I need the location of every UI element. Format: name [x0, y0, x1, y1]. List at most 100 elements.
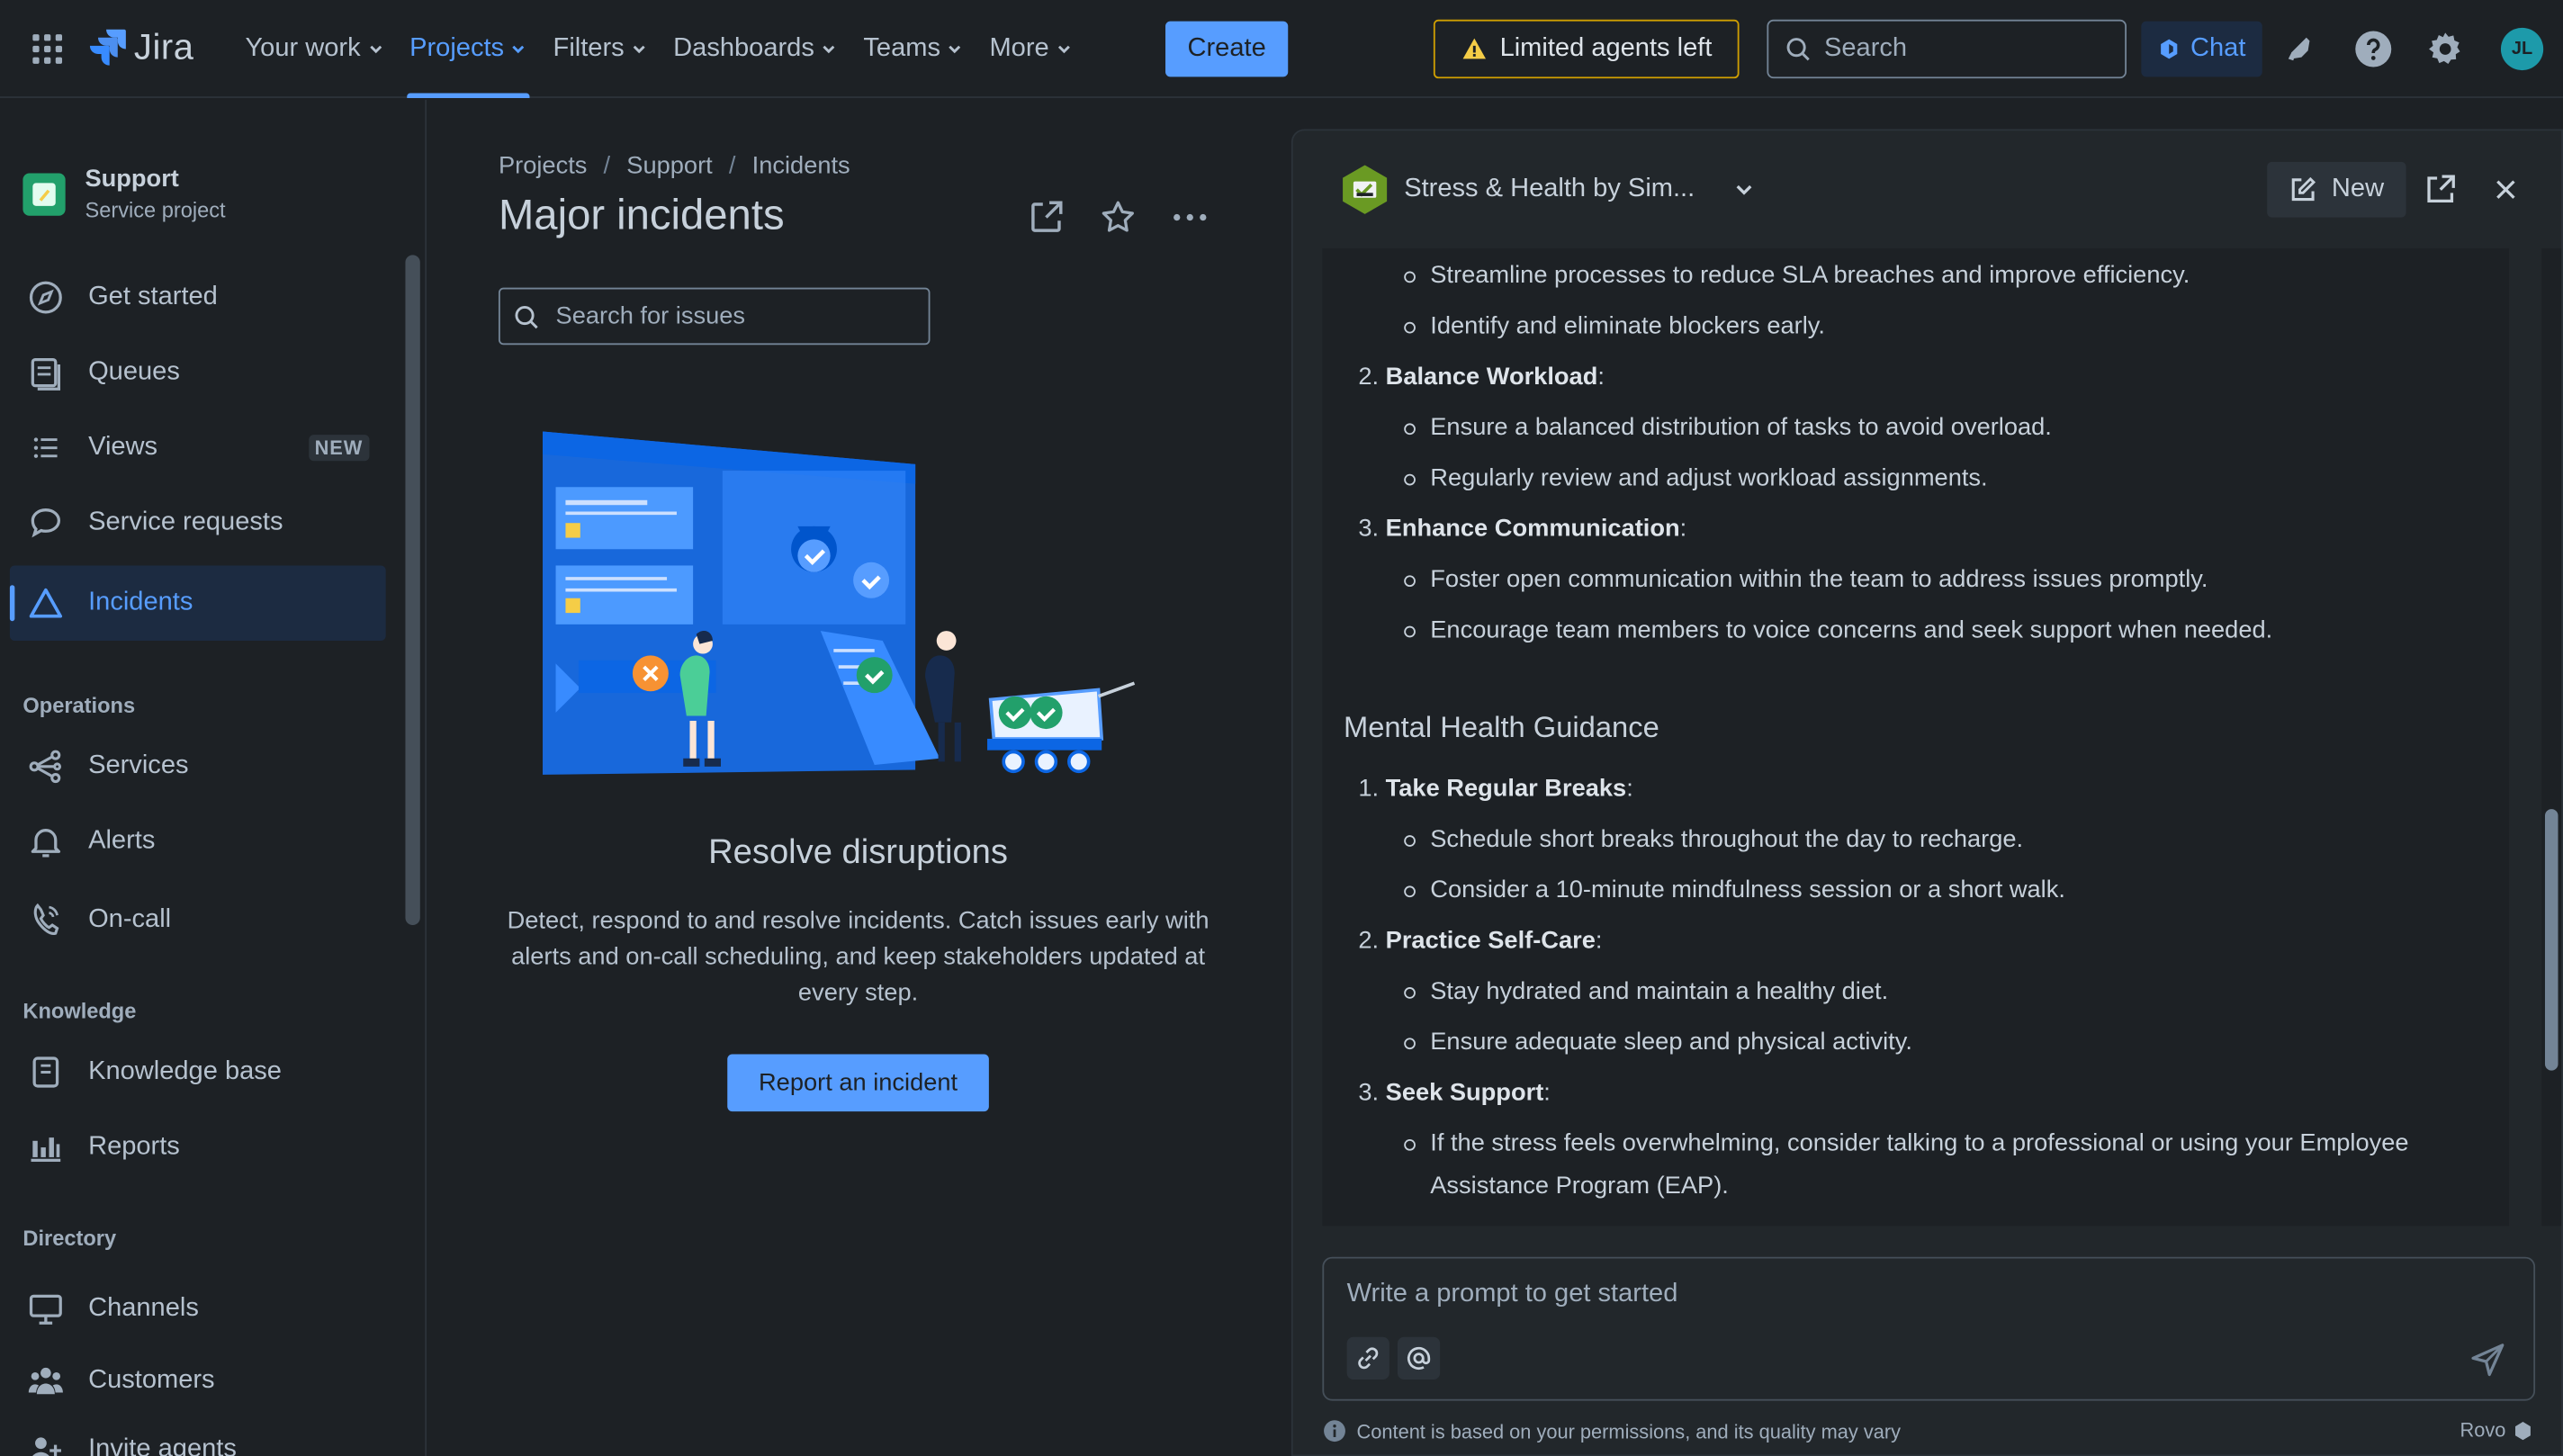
sidebar-item-label: Incidents	[88, 588, 193, 616]
sidebar-item-channels[interactable]: Channels	[10, 1272, 386, 1347]
top-menu: Your work Projects Filters Dashboards Te…	[232, 0, 1085, 98]
directory-heading: Directory	[22, 1226, 117, 1251]
close-icon[interactable]	[2489, 174, 2522, 206]
search-icon	[515, 305, 538, 328]
global-search-input[interactable]: Search	[1767, 19, 2127, 79]
user-avatar[interactable]: JL	[2500, 27, 2544, 71]
list-item: Stay hydrated and maintain a healthy die…	[1401, 971, 2480, 1013]
limited-agents-button[interactable]: Limited agents left	[1433, 19, 1740, 79]
sidebar-item-invite-agents[interactable]: Invite agents	[10, 1412, 386, 1456]
sidebar-item-service-requests[interactable]: Service requests	[10, 485, 386, 561]
warning-icon	[1461, 38, 1486, 59]
rovo-brand: Rovo	[2460, 1419, 2534, 1442]
sidebar-item-reports[interactable]: Reports	[10, 1110, 386, 1185]
prompt-placeholder: Write a prompt to get started	[1346, 1280, 1678, 1308]
bar-chart-icon	[31, 1137, 61, 1163]
rovo-icon	[2515, 1421, 2531, 1440]
chat-button[interactable]: Chat	[2141, 21, 2262, 77]
sidebar-item-label: Invite agents	[88, 1434, 237, 1456]
people-icon	[28, 1367, 63, 1395]
sidebar-scrollbar[interactable]	[405, 255, 420, 926]
sidebar-item-incidents[interactable]: Incidents	[9, 565, 386, 641]
sidebar-item-services[interactable]: Services	[10, 729, 386, 804]
chevron-down-icon	[633, 45, 645, 54]
chat-scroll-track	[2541, 248, 2562, 1227]
project-name: Support	[85, 165, 179, 193]
new-chat-label: New	[2331, 175, 2385, 203]
edit-icon	[2292, 176, 2316, 202]
new-badge: NEW	[308, 435, 370, 462]
chevron-down-icon	[949, 45, 961, 54]
list-item: Regularly review and adjust workload ass…	[1401, 458, 2480, 500]
issue-search-input[interactable]: Search for issues	[498, 287, 931, 346]
project-header[interactable]: Support Service project	[22, 165, 226, 222]
prompt-input[interactable]: Write a prompt to get started	[1322, 1256, 2536, 1401]
agent-avatar-icon	[1343, 165, 1388, 214]
sidebar-item-label: Channels	[88, 1294, 199, 1323]
item-title: Enhance Communication	[1385, 515, 1680, 544]
star-icon[interactable]	[1099, 198, 1138, 238]
phone-icon	[33, 903, 59, 935]
section-heading: Mental Health Guidance	[1343, 711, 1659, 744]
chat-scrollbar[interactable]	[2544, 809, 2559, 1071]
sidebar-item-label: Reports	[88, 1132, 180, 1161]
menu-projects[interactable]: Projects	[397, 0, 540, 98]
more-options-icon[interactable]	[1170, 198, 1210, 238]
sidebar-item-label: On-call	[88, 905, 172, 934]
menu-teams[interactable]: Teams	[850, 0, 976, 98]
sidebar-item-get-started[interactable]: Get started	[10, 260, 386, 336]
attach-link-button[interactable]	[1346, 1336, 1389, 1380]
sidebar-item-on-call[interactable]: On-call	[10, 883, 386, 958]
item-number: 3.	[1358, 1078, 1380, 1107]
app-switcher-icon[interactable]	[30, 31, 66, 67]
sidebar-item-label: Knowledge base	[88, 1057, 282, 1086]
at-sign-icon	[1407, 1346, 1431, 1371]
jira-logo-icon	[89, 29, 126, 66]
breadcrumb-support[interactable]: Support	[626, 152, 712, 180]
chevron-down-icon	[1736, 184, 1752, 195]
mention-button[interactable]	[1397, 1336, 1441, 1380]
numbered-item: 2. Balance Workload:	[1358, 363, 1605, 391]
notifications-megaphone-icon[interactable]	[2283, 30, 2323, 69]
menu-label: Projects	[409, 34, 505, 63]
menu-filters[interactable]: Filters	[540, 0, 661, 98]
list-item: Foster open communication within the tea…	[1401, 559, 2480, 601]
global-search-placeholder: Search	[1823, 34, 1908, 63]
menu-your-work[interactable]: Your work	[232, 0, 397, 98]
compass-icon	[29, 281, 62, 314]
operations-heading: Operations	[22, 693, 136, 718]
report-incident-button[interactable]: Report an incident	[727, 1054, 989, 1112]
send-icon[interactable]	[2469, 1340, 2508, 1380]
settings-gear-icon[interactable]	[2425, 30, 2465, 69]
breadcrumb-incidents[interactable]: Incidents	[752, 152, 850, 180]
sidebar-item-knowledge-base[interactable]: Knowledge base	[10, 1035, 386, 1110]
chevron-down-icon	[369, 45, 382, 54]
chevron-down-icon	[1057, 45, 1070, 54]
sidebar-item-alerts[interactable]: Alerts	[10, 804, 386, 880]
menu-dashboards[interactable]: Dashboards	[661, 0, 850, 98]
menu-label: Teams	[863, 34, 940, 63]
list-item: Ensure adequate sleep and physical activ…	[1401, 1021, 2480, 1064]
jira-logo[interactable]: Jira	[88, 26, 193, 68]
empty-state-title: Resolve disruptions	[708, 833, 1008, 872]
new-chat-button[interactable]: New	[2267, 161, 2406, 218]
chat-label: Chat	[2190, 34, 2246, 63]
item-title: Seek Support	[1385, 1078, 1544, 1107]
create-button[interactable]: Create	[1165, 21, 1289, 77]
item-title: Balance Workload	[1385, 363, 1598, 391]
agent-selector[interactable]: Stress & Health by Sim...	[1339, 164, 1760, 216]
sidebar-item-label: Alerts	[88, 827, 156, 855]
resolve-disruptions-illustration	[543, 431, 1136, 775]
external-link-icon[interactable]	[1027, 198, 1066, 238]
help-icon[interactable]	[2353, 30, 2393, 69]
sidebar-item-customers[interactable]: Customers	[10, 1344, 386, 1419]
top-navigation: Jira Your work Projects Filters Dashboar…	[0, 0, 2563, 98]
expand-panel-icon[interactable]	[2424, 174, 2457, 206]
knowledge-heading: Knowledge	[22, 998, 137, 1024]
list-item: Ensure a balanced distribution of tasks …	[1401, 407, 2480, 449]
breadcrumb-projects[interactable]: Projects	[499, 152, 587, 180]
sidebar-item-views[interactable]: Views NEW	[10, 410, 386, 486]
menu-more[interactable]: More	[976, 0, 1085, 98]
sidebar-item-queues[interactable]: Queues	[10, 335, 386, 410]
chevron-down-icon	[512, 45, 525, 54]
